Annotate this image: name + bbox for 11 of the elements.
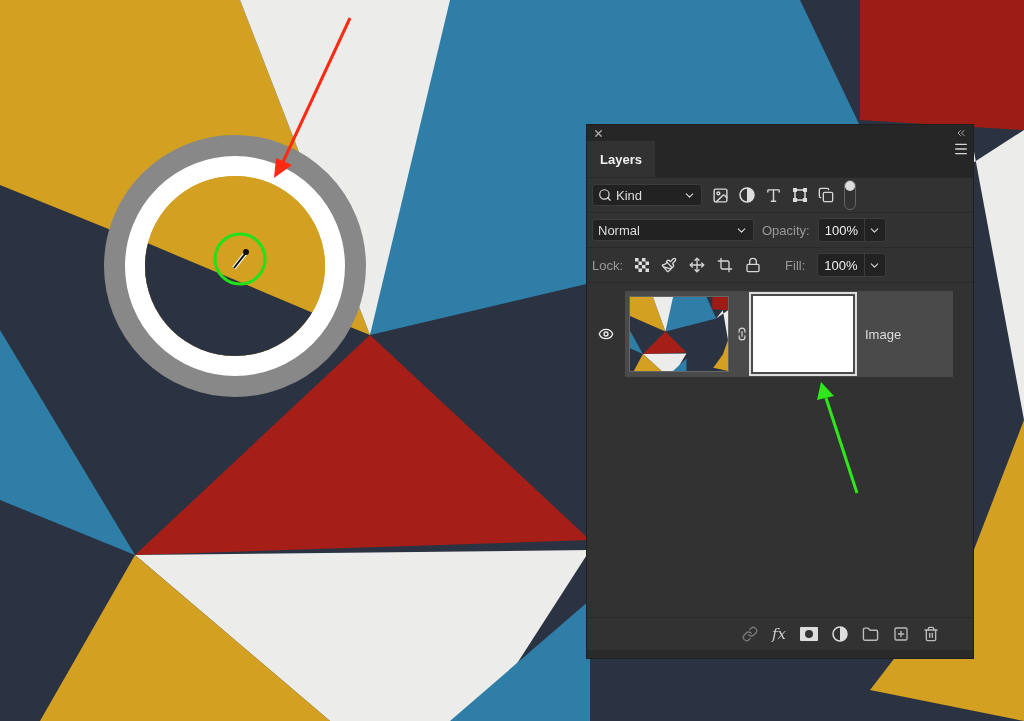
opacity-field[interactable]: 100%	[817, 218, 886, 242]
fx-button[interactable]: fx	[772, 625, 786, 643]
layers-tab[interactable]: Layers	[587, 141, 655, 177]
fill-label: Fill:	[785, 257, 806, 273]
lock-label: Lock:	[592, 257, 624, 273]
layer-row[interactable]: Image	[587, 291, 953, 377]
opacity-label: Opacity:	[762, 222, 810, 238]
blend-mode-dropdown[interactable]: Normal	[592, 219, 754, 241]
filter-dropdown[interactable]: Kind	[592, 184, 702, 206]
fill-field[interactable]: 100%	[817, 253, 886, 277]
layer-name: Image	[865, 326, 902, 342]
